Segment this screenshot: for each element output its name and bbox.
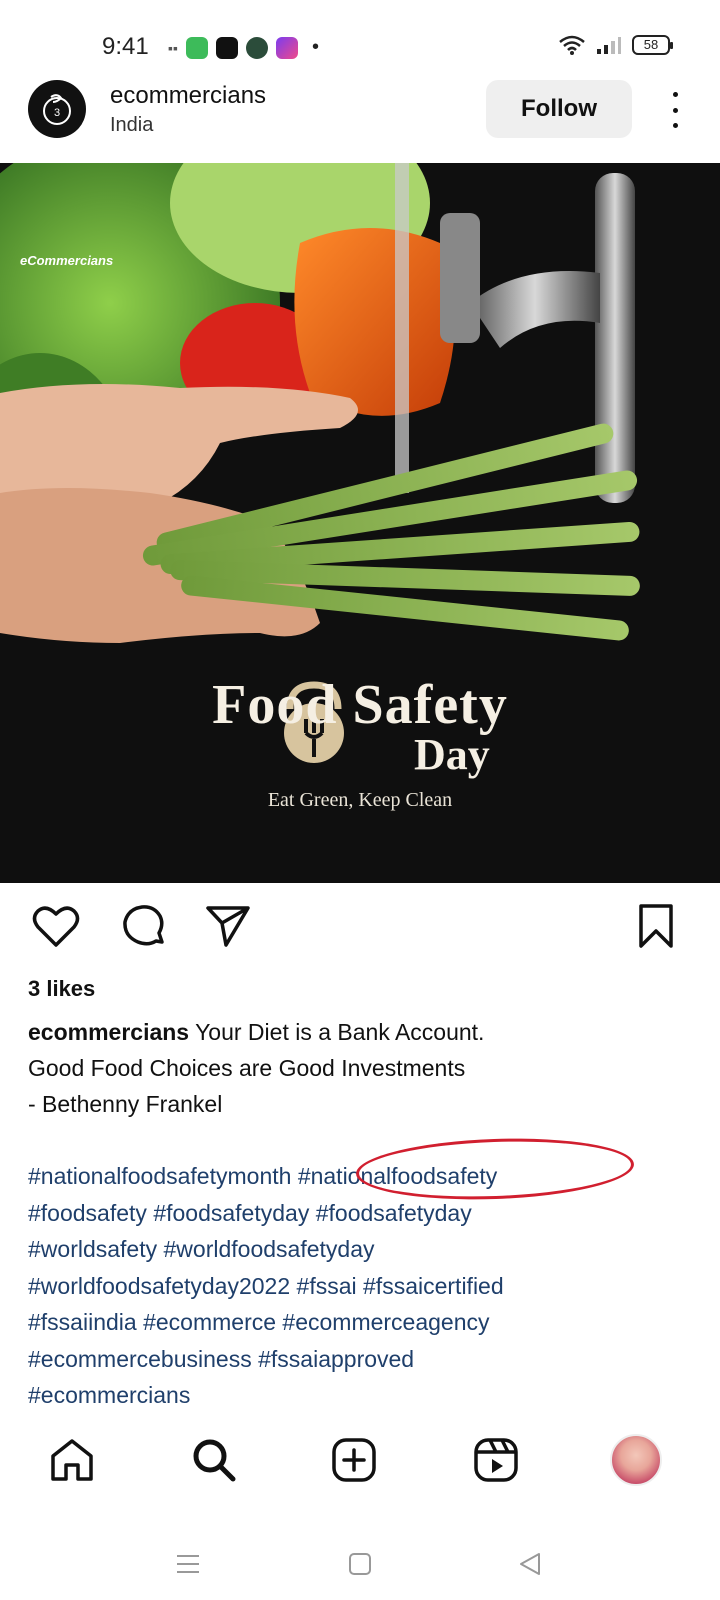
system-status-icons: 58: [558, 34, 673, 56]
svg-text:3: 3: [54, 107, 60, 119]
hashtag-list: #nationalfoodsafetymonth #nationalfoodsa…: [28, 1158, 698, 1414]
app-notification-icon: [245, 36, 268, 59]
plus-square-icon[interactable]: [324, 1430, 384, 1490]
image-tagline: Eat Green, Keep Clean: [267, 789, 453, 811]
post-caption: ecommercians Your Diet is a Bank Account…: [28, 1014, 688, 1122]
bookmark-icon[interactable]: [630, 900, 682, 952]
post-image[interactable]: eCommercians Food Safety Day Eat Green, …: [0, 163, 720, 883]
post-location[interactable]: India: [110, 114, 153, 137]
home-icon[interactable]: [42, 1430, 102, 1490]
profile-tab[interactable]: [606, 1430, 666, 1490]
post-actions: [0, 900, 720, 960]
heart-icon[interactable]: [30, 900, 82, 952]
caption-text: - Bethenny Frankel: [28, 1091, 223, 1117]
search-icon[interactable]: [184, 1430, 244, 1490]
wifi-icon: [559, 35, 585, 55]
hashtag-link[interactable]: #fssaiapproved: [258, 1346, 414, 1372]
comment-icon[interactable]: [118, 900, 170, 952]
hashtag-link[interactable]: #fssai: [297, 1273, 357, 1299]
more-notifications-icon: •: [311, 36, 319, 58]
home-button-icon[interactable]: [340, 1544, 380, 1584]
hashtag-link[interactable]: #ecommerce: [143, 1309, 276, 1335]
post-username[interactable]: ecommercians: [110, 82, 266, 110]
hashtag-link[interactable]: #foodsafety: [28, 1200, 147, 1226]
hashtag-link[interactable]: #fssaicertified: [363, 1273, 504, 1299]
status-bar: 9:41 ▪▪ • 58: [0, 0, 720, 80]
caption-username[interactable]: ecommercians: [28, 1019, 189, 1045]
hashtag-link[interactable]: #worldfoodsafetyday2022: [28, 1273, 290, 1299]
ecommercians-logo-icon: 3: [43, 94, 71, 125]
likes-count[interactable]: 3 likes: [28, 976, 95, 1002]
hashtag-link[interactable]: #ecommercebusiness: [28, 1346, 252, 1372]
reels-icon[interactable]: [466, 1430, 526, 1490]
hashtag-link[interactable]: #ecommerceagency: [282, 1309, 489, 1335]
signal-icon: [597, 37, 621, 54]
hashtag-link[interactable]: #nationalfoodsafety: [298, 1163, 498, 1189]
caption-text: Good Food Choices are Good Investments: [28, 1055, 466, 1081]
bottom-navigation: [0, 1430, 720, 1510]
hashtag-link[interactable]: #foodsafetyday: [316, 1200, 472, 1226]
more-options-icon[interactable]: [660, 88, 690, 132]
post-header: 3 ecommercians India Follow: [0, 80, 720, 164]
hashtag-link[interactable]: #nationalfoodsafetymonth: [28, 1163, 291, 1189]
hashtag-link[interactable]: #ecommercians: [28, 1382, 190, 1408]
hashtag-link[interactable]: #fssaiindia: [28, 1309, 137, 1335]
app-notification-icon: [275, 36, 298, 59]
hashtag-link[interactable]: #worldsafety: [28, 1236, 157, 1262]
app-notification-icon: [185, 36, 208, 59]
follow-button[interactable]: Follow: [486, 80, 632, 138]
caption-text: Your Diet is a Bank Account.: [189, 1019, 485, 1045]
notification-icon: ▪▪: [168, 39, 178, 56]
back-icon[interactable]: [510, 1544, 550, 1584]
image-title: Food Safety: [212, 674, 508, 736]
post-image-illustration: [0, 163, 720, 883]
hashtag-link[interactable]: #foodsafetyday: [153, 1200, 309, 1226]
status-time: 9:41: [102, 33, 149, 60]
battery-icon: 58: [632, 35, 673, 55]
system-navigation-bar: [0, 1530, 720, 1600]
hashtag-link[interactable]: #worldfoodsafetyday: [164, 1236, 375, 1262]
notification-icons: ▪▪ •: [168, 36, 319, 59]
recent-apps-icon[interactable]: [168, 1544, 208, 1584]
youtube-icon: [215, 36, 238, 59]
profile-avatar[interactable]: 3: [28, 80, 86, 138]
brand-logo-text: eCommercians: [20, 253, 114, 268]
avatar: [610, 1434, 662, 1486]
image-title-day: Day: [414, 730, 490, 779]
send-icon[interactable]: [202, 900, 254, 952]
